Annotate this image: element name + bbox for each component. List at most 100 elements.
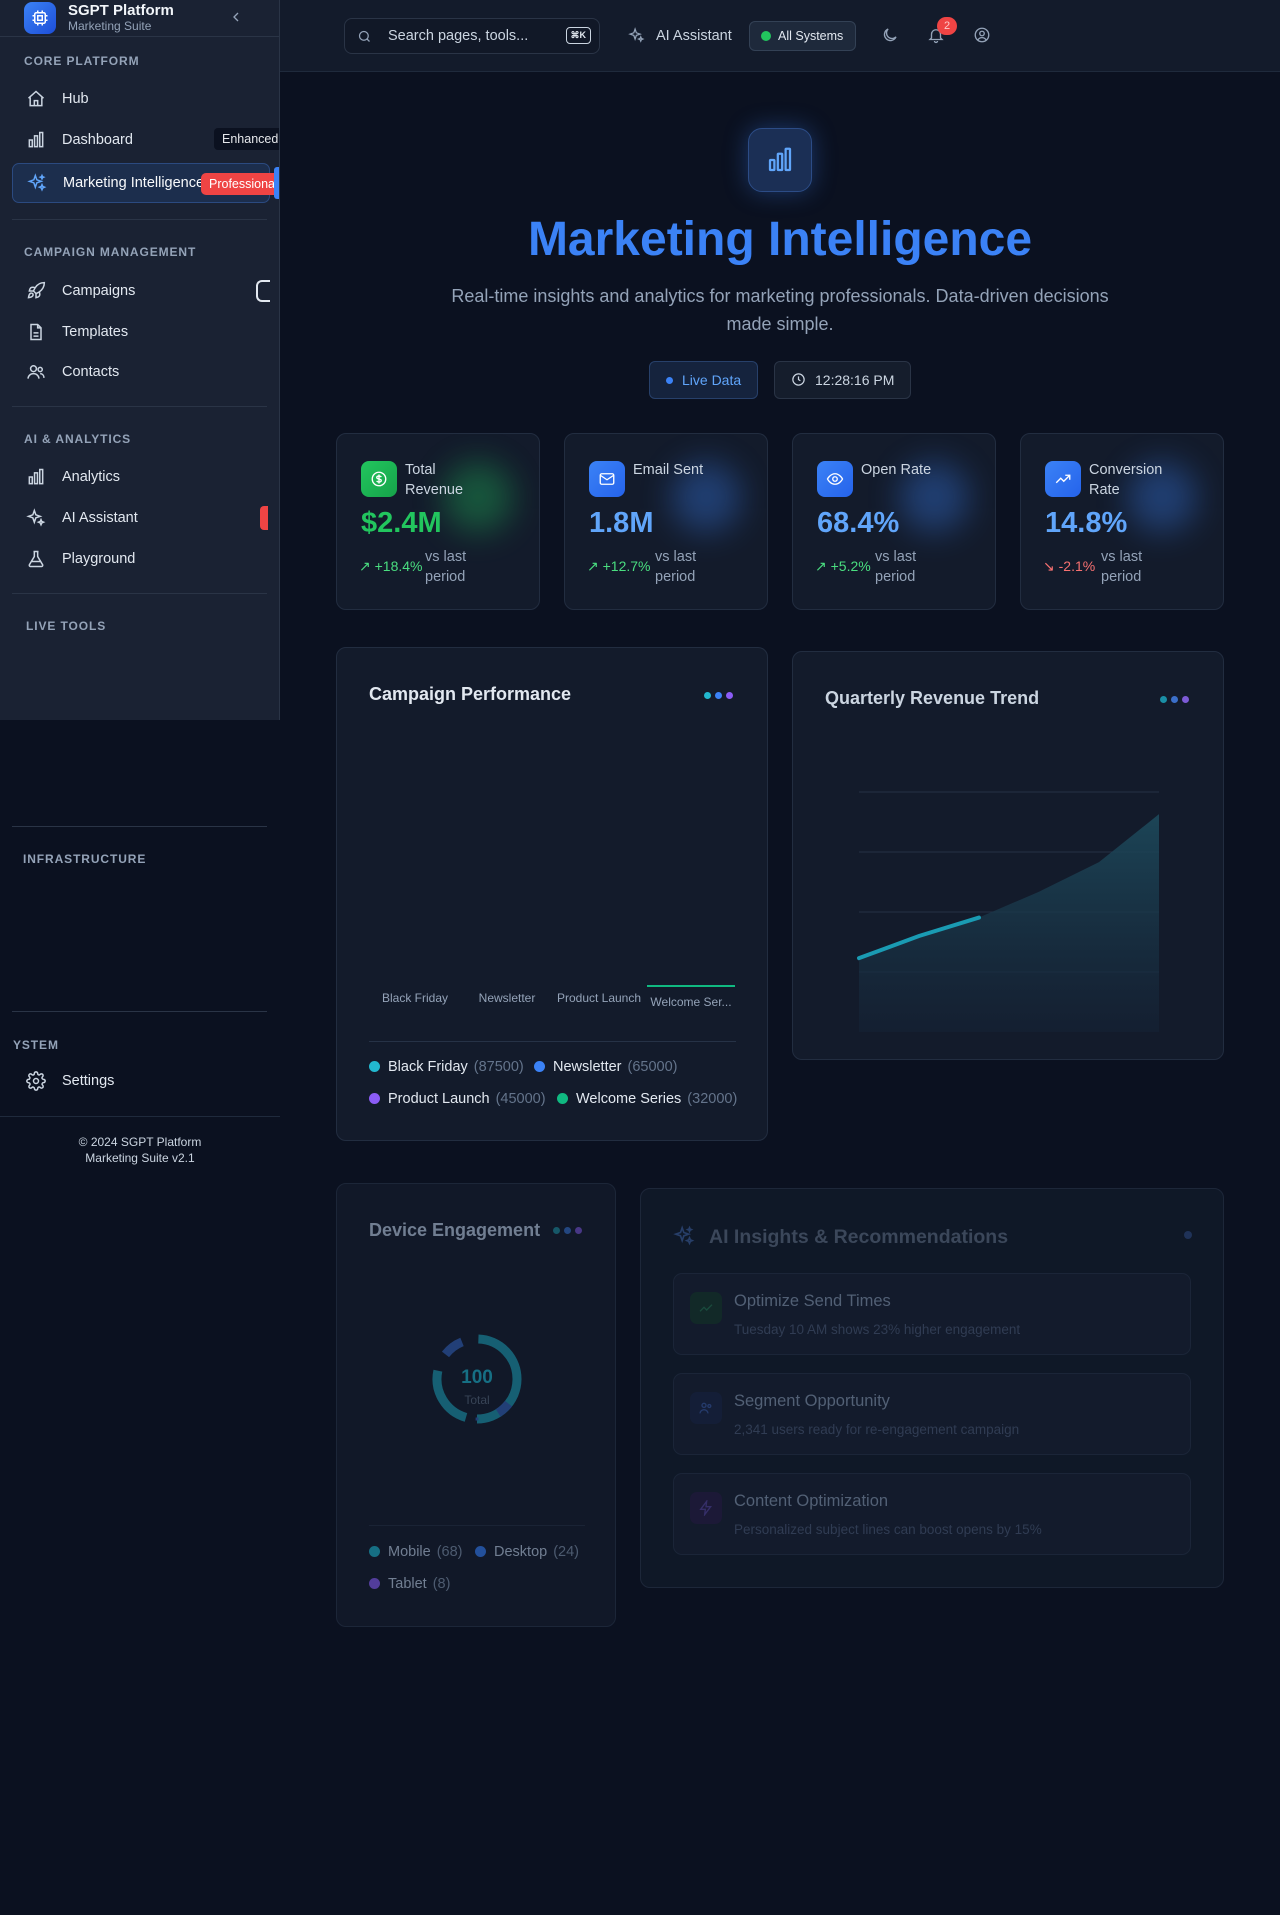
kpi-change: ↘ -2.1% [1043, 558, 1095, 575]
sidebar-item-campaigns[interactable]: Campaigns [12, 271, 270, 311]
insight-item[interactable]: Content Optimization Personalized subjec… [673, 1473, 1191, 1555]
sidebar-item-hub[interactable]: Hub [12, 79, 270, 119]
legend-item-newsletter: Newsletter (65000) [534, 1059, 677, 1075]
card-menu-dots[interactable] [553, 1227, 582, 1234]
search-box[interactable]: ⌘K [344, 18, 600, 54]
sidebar-item-contacts[interactable]: Contacts [12, 352, 270, 392]
status-dot [761, 31, 771, 41]
insight-item[interactable]: Optimize Send Times Tuesday 10 AM shows … [673, 1273, 1191, 1355]
card-title: Device Engagement [369, 1220, 541, 1240]
divider [369, 1525, 585, 1526]
x-tick-label: Product Launch [557, 991, 641, 1005]
legend-value: (87500) [473, 1059, 524, 1075]
sidebar-item-label: Analytics [62, 469, 121, 485]
trend-up-icon: ↗ [815, 558, 827, 574]
trending-up-icon [690, 1292, 722, 1324]
legend-item-mobile: Mobile (68) [369, 1544, 463, 1560]
system-status-pill[interactable]: All Systems [749, 21, 857, 51]
logo-icon[interactable] [24, 2, 56, 34]
revenue-area-chart [857, 791, 1159, 1032]
campaign-performance-card: Campaign Performance Black Friday Newslet… [336, 647, 768, 1141]
legend-name: Product Launch [388, 1091, 490, 1107]
legend-value: (45000) [495, 1091, 546, 1107]
section-title-system: YSTEM [13, 1038, 59, 1052]
kpi-label: Total Revenue [405, 462, 464, 498]
users-icon [27, 365, 45, 379]
new-indicator [260, 506, 268, 530]
divider [12, 406, 267, 407]
kpi-change-value: +5.2% [830, 558, 871, 574]
section-title-live: LIVE TOOLS [26, 619, 107, 633]
card-title: Quarterly Revenue Trend [825, 688, 1040, 708]
insight-description: Tuesday 10 AM shows 23% higher engagemen… [734, 1322, 1021, 1337]
clock-icon [792, 373, 805, 386]
sidebar-item-label: Hub [62, 91, 89, 107]
sidebar-item-label: Dashboard [62, 132, 133, 148]
trend-up-icon: ↗ [359, 558, 371, 574]
sidebar-item-ai-assistant[interactable]: AI Assistant [12, 498, 270, 538]
gear-icon [26, 1071, 46, 1091]
divider [369, 1041, 736, 1042]
kpi-card-revenue[interactable]: Total Revenue $2.4M ↗ +18.4% vs last per… [336, 433, 540, 610]
kpi-label: Conversion Rate [1089, 462, 1163, 498]
bar-chart-icon [28, 131, 44, 148]
kpi-card-open-rate[interactable]: Open Rate 68.4% ↗ +5.2% vs last period [792, 433, 996, 610]
kpi-period: vs last period [425, 549, 467, 585]
sidebar: SGPT Platform Marketing Suite CORE PLATF… [0, 0, 280, 720]
legend-name: Desktop [494, 1544, 548, 1560]
legend-value: (8) [432, 1576, 451, 1592]
legend-item-tablet: Tablet (8) [369, 1576, 450, 1592]
legend-value: (32000) [687, 1091, 738, 1107]
sidebar-footer: © 2024 SGPT Platform Marketing Suite v2.… [0, 1134, 280, 1166]
kpi-label: Open Rate [861, 462, 932, 478]
sidebar-item-playground[interactable]: Playground [12, 539, 270, 579]
moon-icon[interactable] [881, 26, 899, 44]
ai-assistant-button[interactable]: AI Assistant [616, 18, 746, 54]
legend-value: (24) [553, 1544, 579, 1560]
bar-chart-icon [28, 468, 44, 485]
flask-icon [28, 550, 44, 568]
sidebar-item-templates[interactable]: Templates [12, 312, 270, 352]
kpi-change-value: -2.1% [1058, 558, 1096, 574]
card-menu-dots[interactable] [1160, 696, 1189, 703]
legend-name: Newsletter [553, 1059, 622, 1075]
footer-version: Marketing Suite v2.1 [85, 1151, 195, 1165]
legend-value: (65000) [627, 1059, 678, 1075]
sidebar-item-marketing-intelligence[interactable]: Marketing Intelligence Professional [12, 163, 279, 203]
divider [12, 826, 267, 827]
legend-item-welcome-series: Welcome Series (32000) [557, 1091, 737, 1107]
kpi-change: ↗ +18.4% [359, 558, 423, 575]
section-title-campaign: CAMPAIGN MANAGEMENT [24, 245, 197, 259]
dollar-icon [361, 461, 397, 497]
kpi-change: ↗ +12.7% [587, 558, 651, 575]
users-icon [690, 1392, 722, 1424]
enhanced-badge: Enhanced [214, 128, 279, 150]
eye-icon [817, 461, 853, 497]
legend-dot [475, 1546, 486, 1557]
kpi-label: Email Sent [633, 462, 704, 478]
sidebar-item-dashboard[interactable]: Dashboard Enhanced [12, 120, 279, 160]
user-circle-icon[interactable] [973, 26, 991, 44]
sidebar-item-settings[interactable]: Settings [12, 1061, 270, 1101]
legend-name: Mobile [388, 1544, 431, 1560]
mail-icon [589, 461, 625, 497]
topbar: ⌘K AI Assistant All Systems 2 [280, 0, 1280, 72]
toggle-handle[interactable] [256, 280, 270, 302]
legend-value: (68) [436, 1544, 463, 1560]
insight-item[interactable]: Segment Opportunity 2,341 users ready fo… [673, 1373, 1191, 1455]
sidebar-item-analytics[interactable]: Analytics [12, 457, 270, 497]
insight-title: Segment Opportunity [734, 1392, 890, 1410]
chevron-left-icon[interactable] [228, 9, 244, 25]
sidebar-item-label: Campaigns [62, 283, 136, 299]
kpi-value: 1.8M [589, 507, 654, 539]
brand-name: SGPT Platform [68, 2, 174, 20]
kpi-card-conversion[interactable]: Conversion Rate 14.8% ↘ -2.1% vs last pe… [1020, 433, 1224, 610]
legend-item-black-friday: Black Friday (87500) [369, 1059, 524, 1075]
ai-assistant-label: AI Assistant [656, 28, 732, 44]
search-icon [358, 30, 370, 42]
search-input[interactable] [388, 28, 548, 44]
campaign-bar-chart: Black Friday Newsletter Product Launch Welc… [382, 985, 735, 1009]
kpi-card-email[interactable]: Email Sent 1.8M ↗ +12.7% vs last period [564, 433, 768, 610]
card-menu-dots[interactable] [704, 692, 733, 699]
insight-description: Personalized subject lines can boost ope… [734, 1522, 1042, 1537]
